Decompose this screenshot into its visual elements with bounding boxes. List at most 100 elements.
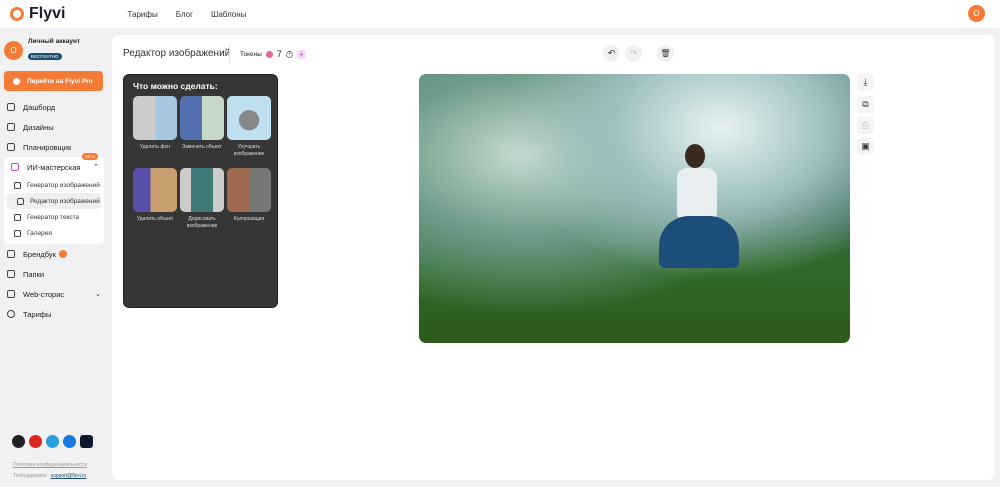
enhance-image-thumbnail [227,96,271,140]
dollar-icon [7,310,15,318]
tool-label: Удалить фон [139,144,171,150]
edit-icon [7,250,15,258]
woman-figure [659,144,739,324]
label: Генератор изображений [27,181,100,189]
tool-label: Дорисовать изображение [186,216,218,229]
tool-remove-background[interactable]: Удалить фон [133,96,177,164]
sidebar-subitem-image-editor[interactable]: Редактор изображений [7,193,101,209]
stories-icon [7,290,15,298]
vk-icon[interactable] [63,435,76,448]
label: Дизайны [23,122,54,132]
add-to-gallery-button[interactable]: ▣ [857,138,874,155]
top-bar: Flyvi Тарифы Блог Шаблоны О [0,0,1000,28]
nav-blog[interactable]: Блог [176,10,193,19]
tool-outpaint-image[interactable]: Дорисовать изображение [180,168,224,236]
sidebar-subitem-gallery[interactable]: Галерея [4,225,104,241]
plan-badge: БЕСПЛАТНО [28,53,62,60]
colorization-thumbnail [227,168,271,212]
sidebar-item-folders[interactable]: Папки [0,264,107,284]
undo-button[interactable]: ↶ [603,45,620,62]
label: Брендбук [23,249,56,259]
pro-crown-icon [58,250,67,258]
support-email-link[interactable]: support@flyvi.io [51,473,87,479]
upgrade-pro-label: Перейти на Flyvi Pro [27,77,93,85]
rutube-icon[interactable] [80,435,93,448]
nav-templates[interactable]: Шаблоны [211,10,246,19]
remove-background-thumbnail [133,96,177,140]
token-icon [265,50,273,58]
page-title: Редактор изображений [123,48,231,59]
top-nav: Тарифы Блог Шаблоны [127,10,246,19]
zen-icon[interactable] [12,435,25,448]
label: Дашборд [23,102,56,112]
upgrade-pro-button[interactable]: Перейти на Flyvi Pro [4,71,103,91]
tool-enhance-image[interactable]: Улучшить изображение [227,96,271,164]
sidebar-item-ai-workshop[interactable]: ИИ-мастерская BETA ⌃ [4,153,104,177]
label: ИИ-мастерская [27,162,81,172]
account-name: Личный аккаунт [28,38,81,45]
crown-icon [13,77,20,85]
user-avatar[interactable]: О [968,5,985,22]
tool-label: Заменить объект [182,144,222,150]
delete-button[interactable]: 🗑 [657,45,674,62]
tokens-count: 7 [276,49,282,59]
sidebar: О Личный аккаунт БЕСПЛАТНО Перейти на Fly… [0,28,107,487]
save-button[interactable]: ⎙ [857,117,874,134]
sidebar-item-designs[interactable]: Дизайны [0,117,107,137]
tools-card: Что можно сделать: Удалить фон Заменить … [123,74,278,308]
chevron-up-icon: ⌃ [93,164,99,171]
add-tokens-button[interactable]: + [296,49,306,59]
tool-label: Колоризация [233,216,265,222]
youtube-icon[interactable] [29,435,42,448]
sidebar-item-dashboard[interactable]: Дашборд [0,97,107,117]
logo-icon [10,7,24,21]
sidebar-subitem-image-generator[interactable]: Генератор изображений [4,177,104,193]
label: Галерея [27,229,52,237]
download-button[interactable]: ⤓ [857,74,874,91]
label: Редактор изображений [30,197,100,205]
privacy-link[interactable]: Политика конфиденциальности [13,462,87,468]
label: Web-сторис [23,289,65,299]
tool-colorization[interactable]: Колоризация [227,168,271,236]
tokens-label: Токены [240,50,262,58]
sidebar-subitem-text-generator[interactable]: Генератор текста [4,209,104,225]
outpaint-image-thumbnail [180,168,224,212]
chevron-down-icon: ⌄ [95,291,101,298]
brand-name: Flyvi [29,5,66,22]
account-switcher[interactable]: О Личный аккаунт БЕСПЛАТНО [4,38,107,63]
sidebar-item-tariffs[interactable]: Тарифы [0,304,107,324]
image-icon [14,181,21,189]
editor-panel: Редактор изображений Токены 7 ? + ↶ ↷ 🗑 … [112,35,995,480]
image-edit-icon [17,197,24,205]
support-line: Техподдержка: support@flyvi.io [13,473,86,479]
social-links [12,435,93,448]
remove-object-thumbnail [133,168,177,212]
telegram-icon[interactable] [46,435,59,448]
help-icon[interactable]: ? [285,50,293,58]
dashboard-icon [7,103,15,111]
folder-icon [7,270,15,278]
replace-object-thumbnail [180,96,224,140]
copy-button[interactable]: ⧉ [857,96,874,113]
text-icon [14,213,21,221]
sidebar-item-brandbook[interactable]: Брендбук [0,244,107,264]
logo[interactable]: Flyvi [10,5,65,23]
support-label: Техподдержка: [13,473,48,479]
designs-icon [7,123,15,131]
tool-label: Удалить объект [136,216,174,222]
tool-remove-object[interactable]: Удалить объект [133,168,177,236]
redo-button[interactable]: ↷ [625,45,642,62]
robot-icon [11,163,19,171]
gallery-icon [14,229,21,237]
tool-replace-object[interactable]: Заменить объект [180,96,224,164]
tokens-indicator: Токены 7 ? + [240,49,306,59]
ai-workshop-group: ИИ-мастерская BETA ⌃ Генератор изображений… [4,153,104,244]
label: Папки [23,269,45,279]
calendar-icon [7,143,15,151]
label: Генератор текста [27,213,80,221]
nav-tariffs[interactable]: Тарифы [127,10,157,19]
sidebar-item-web-stories[interactable]: Web-сторис ⌄ [0,284,107,304]
editing-image[interactable] [419,74,850,343]
label: Планировщик [23,142,72,152]
label: Тарифы [23,309,52,319]
